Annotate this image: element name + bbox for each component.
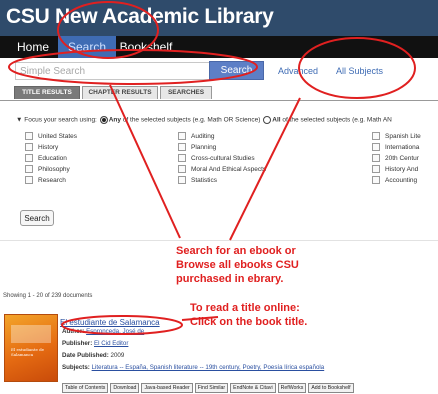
focus-prefix: Focus your search using:: [24, 116, 97, 124]
subject-label: Statistics: [191, 177, 218, 184]
subject-label: History And: [385, 166, 419, 173]
nav-bookshelf[interactable]: Bookshelf: [118, 36, 174, 58]
subject-label: Education: [38, 155, 67, 162]
app-header: CSU New Academic Library: [0, 0, 438, 36]
subject-search-button[interactable]: Search: [20, 210, 54, 226]
any-suffix: of the selected subjects (e.g. Math OR S…: [122, 116, 261, 124]
book-title-link[interactable]: El estudiante de Salamanca: [60, 318, 160, 327]
checkbox-icon[interactable]: [372, 143, 380, 152]
book-cover[interactable]: El estudiante de Salamanca: [4, 314, 58, 382]
divider: [0, 240, 438, 241]
subject-checkbox[interactable]: Moral And Ethical Aspects: [178, 165, 266, 174]
checkbox-icon[interactable]: [25, 176, 33, 185]
tab-title-results[interactable]: TITLE RESULTS: [14, 86, 80, 99]
search-annotation-line: Search for an ebook or: [176, 245, 296, 257]
main-nav: Home Search Bookshelf: [0, 36, 438, 58]
subject-label: Internationa: [385, 144, 420, 151]
read-annotation-line: Click on the book title.: [190, 316, 308, 328]
subject-checkbox[interactable]: 20th Centur: [372, 154, 419, 163]
subject-checkbox[interactable]: Education: [25, 154, 67, 163]
subject-label: Auditing: [191, 133, 215, 140]
subject-label: Philosophy: [38, 166, 70, 173]
search-annotation-line: purchased in ebrary.: [176, 273, 284, 285]
subject-label: Research: [38, 177, 66, 184]
subject-checkbox[interactable]: History: [25, 143, 58, 152]
read-annotation: To read a title online: Click on the boo…: [190, 301, 307, 329]
checkbox-icon[interactable]: [25, 154, 33, 163]
checkbox-icon[interactable]: [178, 143, 186, 152]
subjects-label: Subjects:: [62, 364, 90, 371]
date-value: 2009: [110, 352, 125, 359]
book-subjects: Subjects: Literatura -- España, Spanish …: [62, 364, 324, 371]
all-radio[interactable]: [263, 116, 272, 124]
search-input[interactable]: [15, 62, 211, 80]
subject-label: Moral And Ethical Aspects: [191, 166, 267, 173]
date-label: Date Published:: [62, 352, 109, 359]
checkbox-icon[interactable]: [372, 176, 380, 185]
subject-checkbox[interactable]: Philosophy: [25, 165, 70, 174]
publisher-label: Publisher:: [62, 340, 93, 347]
checkbox-icon[interactable]: [372, 154, 380, 163]
all-suffix: of the selected subjects (e.g. Math AN: [282, 116, 392, 124]
results-tabs: TITLE RESULTS CHAPTER RESULTS SEARCHES: [0, 86, 438, 101]
subject-checkbox[interactable]: Auditing: [178, 132, 215, 141]
cover-title: El estudiante de Salamanca: [11, 347, 45, 357]
read-annotation-line: To read a title online:: [190, 302, 300, 314]
book-author: Author: Espronceda, José de: [62, 328, 144, 335]
any-radio[interactable]: [99, 116, 108, 124]
triangle-down-icon: ▼: [16, 116, 23, 124]
book-date: Date Published: 2009: [62, 352, 124, 359]
subject-checkbox[interactable]: Planning: [178, 143, 216, 152]
subject-checkbox[interactable]: Statistics: [178, 176, 217, 185]
subjects-links[interactable]: Literatura -- España, Spanish literature…: [92, 364, 325, 371]
subject-checkbox[interactable]: Research: [25, 176, 66, 185]
subject-checkbox[interactable]: Spanish Lite: [372, 132, 421, 141]
subject-checkboxes: United States History Education Philosop…: [0, 128, 438, 198]
focus-options: ▼ Focus your search using: Any of the se…: [16, 116, 392, 124]
publisher-link[interactable]: El Cid Editor: [94, 340, 128, 347]
cover-band: [11, 325, 51, 343]
all-label: All: [272, 116, 281, 124]
search-annotation: Search for an ebook or Browse all ebooks…: [176, 244, 299, 286]
checkbox-icon[interactable]: [178, 154, 186, 163]
subject-checkbox[interactable]: United States: [25, 132, 77, 141]
subject-checkbox[interactable]: Cross-cultural Studies: [178, 154, 255, 163]
library-title: CSU New Academic Library: [6, 5, 274, 28]
checkbox-icon[interactable]: [178, 132, 186, 141]
book-publisher: Publisher: El Cid Editor: [62, 340, 128, 347]
subject-label: United States: [38, 133, 78, 140]
book-actions: Table of Contents Download Java-based Read…: [62, 376, 356, 393]
search-button[interactable]: Search: [209, 61, 264, 80]
subject-label: Accounting: [385, 177, 418, 184]
nav-search[interactable]: Search: [58, 36, 116, 58]
any-label: Any: [108, 116, 121, 124]
checkbox-icon[interactable]: [178, 165, 186, 174]
search-annotation-line: Browse all ebooks CSU: [176, 259, 299, 271]
subject-label: Planning: [191, 144, 217, 151]
checkbox-icon[interactable]: [178, 176, 186, 185]
all-subjects-link[interactable]: All Subjects: [336, 66, 383, 76]
tab-searches[interactable]: SEARCHES: [160, 86, 212, 99]
checkbox-icon[interactable]: [25, 132, 33, 141]
subject-label: Cross-cultural Studies: [191, 155, 255, 162]
author-link[interactable]: Espronceda, José de: [86, 328, 144, 335]
subject-checkbox[interactable]: History And: [372, 165, 418, 174]
checkbox-icon[interactable]: [372, 165, 380, 174]
checkbox-icon[interactable]: [25, 143, 33, 152]
nav-home[interactable]: Home: [14, 36, 52, 58]
subject-checkbox[interactable]: Accounting: [372, 176, 417, 185]
results-count: Showing 1 - 20 of 239 documents: [3, 293, 93, 299]
checkbox-icon[interactable]: [372, 132, 380, 141]
tab-chapter-results[interactable]: CHAPTER RESULTS: [82, 86, 158, 99]
subject-label: History: [38, 144, 59, 151]
subject-label: Spanish Lite: [385, 133, 421, 140]
advanced-search-link[interactable]: Advanced: [278, 66, 318, 76]
author-label: Author:: [62, 328, 85, 335]
checkbox-icon[interactable]: [25, 165, 33, 174]
subject-label: 20th Centur: [385, 155, 419, 162]
subject-checkbox[interactable]: Internationa: [372, 143, 419, 152]
